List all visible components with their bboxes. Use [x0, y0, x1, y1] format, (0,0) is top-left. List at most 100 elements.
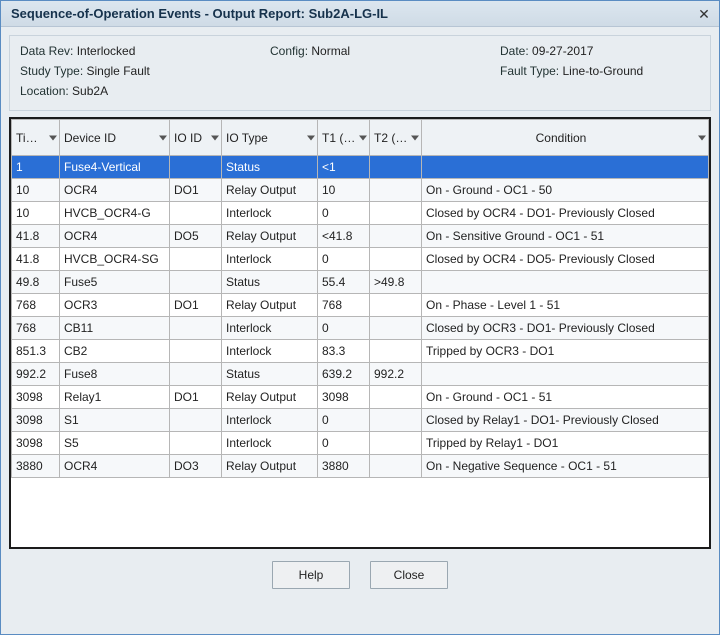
cell-t2	[370, 386, 422, 409]
cell-condition: On - Negative Sequence - OC1 - 51	[422, 455, 709, 478]
column-header-t2[interactable]: T2 (ms)	[370, 120, 422, 156]
events-table-container: Time (ms) Device ID IO ID IO Type T1 (ms…	[9, 117, 711, 549]
table-row[interactable]: 41.8HVCB_OCR4-SGInterlock0Closed by OCR4…	[12, 248, 709, 271]
date-label: Date:	[500, 44, 529, 58]
cell-time: 3098	[12, 432, 60, 455]
cell-io-id: DO5	[170, 225, 222, 248]
sort-arrow-icon	[211, 135, 219, 140]
info-row: Location: Sub2A	[20, 84, 700, 98]
cell-t2	[370, 409, 422, 432]
config-field: Config: Normal	[270, 44, 500, 58]
fault-type-label: Fault Type:	[500, 64, 559, 78]
cell-t1: 55.4	[318, 271, 370, 294]
cell-t2	[370, 340, 422, 363]
column-header-io-type[interactable]: IO Type	[222, 120, 318, 156]
cell-io-id	[170, 271, 222, 294]
column-header-io-id[interactable]: IO ID	[170, 120, 222, 156]
cell-device: Fuse8	[60, 363, 170, 386]
events-table-body: 1Fuse4-VerticalStatus<110OCR4DO1Relay Ou…	[12, 156, 709, 478]
cell-io-type: Relay Output	[222, 386, 318, 409]
cell-device: OCR4	[60, 455, 170, 478]
dialog-button-row: Help Close	[1, 549, 719, 589]
cell-t1: 3880	[318, 455, 370, 478]
cell-t1: 768	[318, 294, 370, 317]
cell-condition: Tripped by OCR3 - DO1	[422, 340, 709, 363]
table-row[interactable]: 851.3CB2Interlock83.3Tripped by OCR3 - D…	[12, 340, 709, 363]
cell-io-id	[170, 317, 222, 340]
fault-type-field: Fault Type: Line-to-Ground	[500, 64, 700, 78]
cell-device: S5	[60, 432, 170, 455]
cell-io-id: DO1	[170, 294, 222, 317]
close-button[interactable]: Close	[370, 561, 448, 589]
table-row[interactable]: 1Fuse4-VerticalStatus<1	[12, 156, 709, 179]
table-row[interactable]: 10HVCB_OCR4-GInterlock0Closed by OCR4 - …	[12, 202, 709, 225]
cell-condition: Closed by OCR4 - DO1- Previously Closed	[422, 202, 709, 225]
cell-io-type: Interlock	[222, 317, 318, 340]
cell-condition: Closed by Relay1 - DO1- Previously Close…	[422, 409, 709, 432]
titlebar: Sequence-of-Operation Events - Output Re…	[1, 1, 719, 27]
cell-time: 41.8	[12, 248, 60, 271]
cell-device: Fuse4-Vertical	[60, 156, 170, 179]
column-header-device[interactable]: Device ID	[60, 120, 170, 156]
cell-device: Relay1	[60, 386, 170, 409]
table-row[interactable]: 3098S5Interlock0Tripped by Relay1 - DO1	[12, 432, 709, 455]
table-row[interactable]: 992.2Fuse8Status639.2992.2	[12, 363, 709, 386]
info-row: Study Type: Single Fault Fault Type: Lin…	[20, 64, 700, 78]
cell-io-type: Relay Output	[222, 225, 318, 248]
cell-io-id	[170, 409, 222, 432]
study-type-value: Single Fault	[87, 64, 150, 78]
cell-device: CB11	[60, 317, 170, 340]
cell-t1: 0	[318, 202, 370, 225]
date-value: 09-27-2017	[532, 44, 593, 58]
cell-time: 1	[12, 156, 60, 179]
data-rev-value: Interlocked	[77, 44, 136, 58]
cell-io-id: DO3	[170, 455, 222, 478]
cell-condition: Tripped by Relay1 - DO1	[422, 432, 709, 455]
column-header-time[interactable]: Time (ms)	[12, 120, 60, 156]
info-panel: Data Rev: Interlocked Config: Normal Dat…	[9, 35, 711, 111]
info-row: Data Rev: Interlocked Config: Normal Dat…	[20, 44, 700, 58]
cell-t2	[370, 432, 422, 455]
column-header-condition[interactable]: Condition	[422, 120, 709, 156]
location-label: Location:	[20, 84, 69, 98]
cell-device: CB2	[60, 340, 170, 363]
cell-io-type: Relay Output	[222, 294, 318, 317]
table-row[interactable]: 49.8Fuse5Status55.4>49.8	[12, 271, 709, 294]
table-row[interactable]: 10OCR4DO1Relay Output10On - Ground - OC1…	[12, 179, 709, 202]
table-row[interactable]: 3098S1Interlock0Closed by Relay1 - DO1- …	[12, 409, 709, 432]
cell-t1: 83.3	[318, 340, 370, 363]
table-row[interactable]: 3880OCR4DO3Relay Output3880On - Negative…	[12, 455, 709, 478]
help-button[interactable]: Help	[272, 561, 350, 589]
cell-device: Fuse5	[60, 271, 170, 294]
cell-time: 768	[12, 317, 60, 340]
events-table: Time (ms) Device ID IO ID IO Type T1 (ms…	[11, 119, 709, 478]
cell-time: 41.8	[12, 225, 60, 248]
sort-arrow-icon	[411, 135, 419, 140]
cell-io-id	[170, 156, 222, 179]
sort-arrow-icon	[49, 135, 57, 140]
cell-device: HVCB_OCR4-G	[60, 202, 170, 225]
cell-t2	[370, 455, 422, 478]
cell-time: 3098	[12, 386, 60, 409]
fault-type-value: Line-to-Ground	[563, 64, 644, 78]
window-title: Sequence-of-Operation Events - Output Re…	[11, 6, 388, 21]
location-value: Sub2A	[72, 84, 108, 98]
cell-t2: 992.2	[370, 363, 422, 386]
cell-condition: On - Phase - Level 1 - 51	[422, 294, 709, 317]
cell-condition	[422, 363, 709, 386]
column-header-t1[interactable]: T1 (ms)	[318, 120, 370, 156]
close-icon[interactable]: ✕	[695, 5, 713, 23]
table-row[interactable]: 3098Relay1DO1Relay Output3098On - Ground…	[12, 386, 709, 409]
table-row[interactable]: 41.8OCR4DO5Relay Output<41.8On - Sensiti…	[12, 225, 709, 248]
table-row[interactable]: 768CB11Interlock0Closed by OCR3 - DO1- P…	[12, 317, 709, 340]
cell-device: S1	[60, 409, 170, 432]
cell-condition: On - Ground - OC1 - 50	[422, 179, 709, 202]
cell-io-type: Relay Output	[222, 455, 318, 478]
location-field: Location: Sub2A	[20, 84, 270, 98]
cell-time: 851.3	[12, 340, 60, 363]
date-field: Date: 09-27-2017	[500, 44, 700, 58]
cell-device: OCR4	[60, 179, 170, 202]
table-row[interactable]: 768OCR3DO1Relay Output768On - Phase - Le…	[12, 294, 709, 317]
cell-io-type: Status	[222, 156, 318, 179]
sort-arrow-icon	[698, 135, 706, 140]
